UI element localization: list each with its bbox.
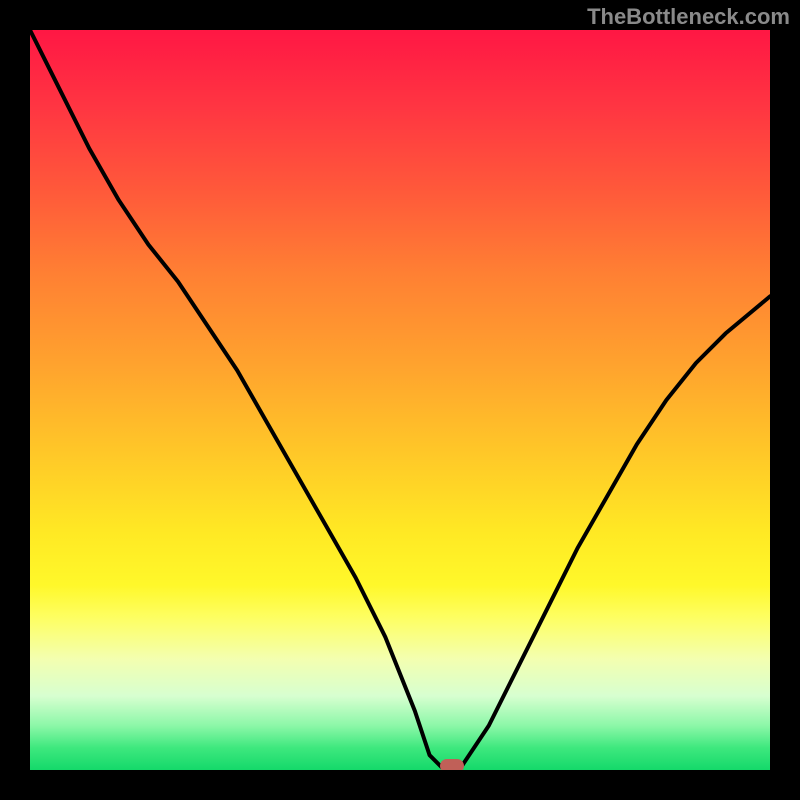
curve-path bbox=[30, 30, 770, 770]
chart-container: TheBottleneck.com bbox=[0, 0, 800, 800]
bottleneck-curve bbox=[30, 30, 770, 770]
attribution-text: TheBottleneck.com bbox=[587, 4, 790, 30]
plot-area bbox=[30, 30, 770, 770]
optimum-marker bbox=[440, 759, 464, 770]
